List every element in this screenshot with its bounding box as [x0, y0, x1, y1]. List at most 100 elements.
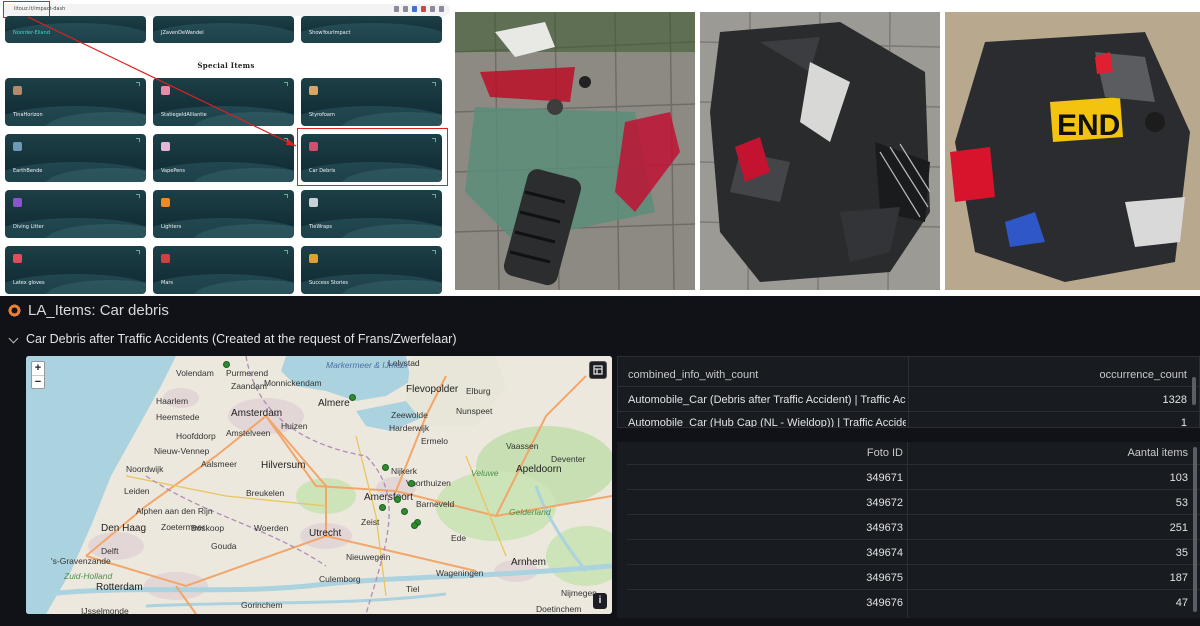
table-cell-foto-id: 349676 [866, 597, 903, 609]
map-label: Zaandam [231, 381, 267, 391]
occurrence-table: combined_info_with_count occurrence_coun… [617, 356, 1200, 429]
map-label: Zuid-Holland [64, 571, 113, 581]
map-marker[interactable] [382, 464, 389, 471]
map-label: Rotterdam [96, 582, 143, 593]
map-marker[interactable] [411, 522, 418, 529]
map-label: Boskoop [191, 523, 225, 533]
table-cell-aantal-items: 187 [1169, 572, 1188, 584]
table-row[interactable]: 349673 251 [617, 515, 1200, 540]
dashboard-title: LA_Items: Car debris [28, 302, 169, 319]
map-label: Apeldoorn [516, 464, 562, 475]
map-label: Arnhem [511, 557, 547, 568]
map-label: Nijmegen [561, 588, 597, 598]
map-label: Den Haag [101, 523, 147, 534]
debris-photo-2 [700, 12, 940, 290]
map-label: 's-Gravenzande [51, 556, 111, 566]
map-label: Huizen [281, 421, 308, 431]
photo-items-table: Foto ID Aantal items 349671 103 349672 53 34… [617, 442, 1200, 618]
map-label: Noordwijk [126, 464, 164, 474]
map-marker[interactable] [223, 361, 230, 368]
table-cell-info: Automobile_Car (Debris after Traffic Acc… [628, 394, 906, 406]
map-label: Zeewolde [391, 410, 428, 420]
map-marker[interactable] [408, 480, 415, 487]
map-marker[interactable] [401, 508, 408, 515]
map-label: Hoofddorp [176, 431, 216, 441]
map-label: Delft [101, 546, 119, 556]
scrollbar[interactable] [1192, 377, 1196, 405]
table-row[interactable]: 349672 53 [617, 490, 1200, 515]
map-label: Deventer [551, 454, 586, 464]
map-label: Haarlem [156, 396, 189, 406]
column-header-combined-info[interactable]: combined_info_with_count [628, 369, 758, 381]
table-cell-foto-id: 349674 [866, 547, 903, 559]
map-label: Breukelen [246, 488, 285, 498]
debris-photo-3: END [945, 12, 1200, 290]
row-title[interactable]: Car Debris after Traffic Accidents (Crea… [26, 332, 457, 346]
map-label: Heemstede [156, 412, 200, 422]
map-label: Amersfoort [364, 492, 413, 503]
debris-photo-1 [455, 12, 695, 290]
chevron-down-icon[interactable] [8, 333, 19, 344]
map-label: Utrecht [309, 528, 342, 539]
map-panel[interactable]: Lelystad Volendam Purmerend Zaandam Monnicke… [26, 356, 612, 614]
map-marker[interactable] [349, 394, 356, 401]
map-label: Gelderland [509, 507, 551, 517]
scrollbar[interactable] [1193, 447, 1197, 612]
table-cell-foto-id: 349675 [866, 572, 903, 584]
table-cell-aantal-items: 103 [1169, 472, 1188, 484]
map-label: Tiel [406, 584, 420, 594]
grafana-dashboard: LA_Items: Car debris Car Debris after Tr… [0, 296, 1200, 626]
map-label: Gorinchem [241, 600, 283, 610]
map-label: Purmerend [226, 368, 269, 378]
map-label: Barneveld [416, 499, 455, 509]
table-cell-aantal-items: 35 [1175, 547, 1188, 559]
map-label: Culemborg [319, 574, 361, 584]
table-cell-count: 1 [1180, 417, 1187, 429]
map-label: Hilversum [261, 460, 306, 471]
map-marker[interactable] [394, 496, 401, 503]
grafana-logo-icon [8, 304, 21, 317]
map-label: Wageningen [436, 568, 484, 578]
layers-icon [593, 365, 603, 375]
map-label: Markermeer & IJmeer [326, 360, 409, 370]
map-label: Vaassen [506, 441, 539, 451]
map-label: Almere [318, 398, 350, 409]
layers-button[interactable] [589, 361, 607, 379]
zoom-controls: + − [31, 361, 45, 389]
map-label: Veluwe [471, 468, 499, 478]
zoom-out-button[interactable]: − [32, 375, 44, 388]
table-cell-count: 1328 [1162, 394, 1187, 406]
info-button[interactable]: i [593, 593, 607, 609]
table-row[interactable]: 349671 103 [617, 465, 1200, 490]
map-marker[interactable] [379, 504, 386, 511]
table-cell-aantal-items: 251 [1169, 522, 1188, 534]
column-header-foto-id[interactable]: Foto ID [867, 447, 903, 459]
table-row[interactable]: 349675 187 [617, 565, 1200, 590]
map-label: Zeist [361, 517, 380, 527]
annotation-arrow [27, 16, 297, 147]
table-row[interactable]: 349676 47 [617, 590, 1200, 615]
map-label: IJsselmonde [81, 606, 129, 614]
map-label: Amsterdam [231, 408, 283, 419]
column-header-occurrence-count[interactable]: occurrence_count [1100, 369, 1187, 381]
table-cell-aantal-items: 47 [1175, 597, 1188, 609]
map-label: Elburg [466, 386, 491, 396]
table-row[interactable]: 349674 35 [617, 540, 1200, 565]
map-label: Flevopolder [406, 384, 459, 395]
table-cell-foto-id: 349671 [866, 472, 903, 484]
table-cell-aantal-items: 53 [1175, 497, 1188, 509]
map-label: Ede [451, 533, 467, 543]
map-label: Amstelveen [226, 428, 271, 438]
column-header-aantal-items[interactable]: Aantal items [1127, 447, 1188, 459]
table-cell-foto-id: 349672 [866, 497, 903, 509]
table-cell-info: Automobile_Car (Hub Cap (NL - Wieldop)) … [628, 417, 906, 427]
map-label: Harderwijk [389, 423, 430, 433]
map-label: Nijkerk [391, 466, 417, 476]
zoom-in-button[interactable]: + [32, 362, 44, 375]
map-label: Monnickendam [264, 378, 322, 388]
map-label: Ermelo [421, 436, 448, 446]
map-label: Nieuwegein [346, 552, 391, 562]
svg-text:END: END [1057, 109, 1120, 142]
map-label: Aalsmeer [201, 459, 237, 469]
map-label: Woerden [254, 523, 289, 533]
